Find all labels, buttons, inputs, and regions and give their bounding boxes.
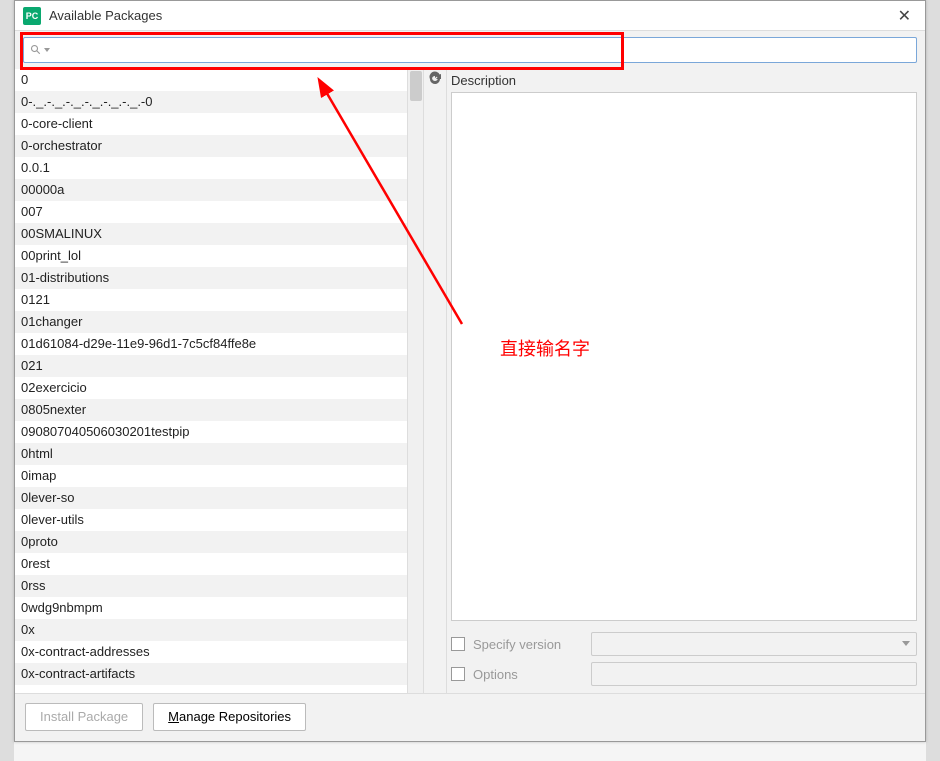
description-box xyxy=(451,92,917,621)
search-input[interactable] xyxy=(54,39,910,61)
package-item[interactable]: 0html xyxy=(15,443,407,465)
package-item[interactable]: 0805nexter xyxy=(15,399,407,421)
footer: Install Package Manage Repositories xyxy=(15,693,925,739)
package-item[interactable]: 090807040506030201testpip xyxy=(15,421,407,443)
options-checkbox[interactable] xyxy=(451,667,465,681)
package-item[interactable]: 0wdg9nbmpm xyxy=(15,597,407,619)
app-icon: PC xyxy=(23,7,41,25)
window-title: Available Packages xyxy=(49,8,892,23)
package-item[interactable]: 0.0.1 xyxy=(15,157,407,179)
specify-version-label: Specify version xyxy=(473,637,583,652)
manage-repositories-button[interactable]: Manage Repositories xyxy=(153,703,306,731)
package-item[interactable]: 0-orchestrator xyxy=(15,135,407,157)
close-button[interactable]: ✕ xyxy=(892,6,917,26)
package-item[interactable]: 0rest xyxy=(15,553,407,575)
package-item[interactable]: 01-distributions xyxy=(15,267,407,289)
package-list-scrollbar[interactable] xyxy=(407,69,423,693)
package-item[interactable]: 02exercicio xyxy=(15,377,407,399)
available-packages-dialog: PC Available Packages ✕ 00-._.-._.-._.-.… xyxy=(14,0,926,742)
titlebar: PC Available Packages ✕ xyxy=(15,1,925,31)
package-item[interactable]: 0-core-client xyxy=(15,113,407,135)
scrollbar-thumb[interactable] xyxy=(410,71,422,101)
search-row xyxy=(15,31,925,69)
package-item[interactable]: 021 xyxy=(15,355,407,377)
details-panel: Description Specify version Options xyxy=(447,69,925,693)
package-item[interactable]: 0proto xyxy=(15,531,407,553)
package-list-panel: 00-._.-._.-._.-._.-._.-._.-00-core-clien… xyxy=(15,69,423,693)
package-item[interactable]: 0-._.-._.-._.-._.-._.-._.-0 xyxy=(15,91,407,113)
specify-version-checkbox[interactable] xyxy=(451,637,465,651)
refresh-icon[interactable] xyxy=(427,71,443,90)
chevron-down-icon xyxy=(902,641,910,646)
description-label: Description xyxy=(451,71,917,92)
package-item[interactable]: 0121 xyxy=(15,289,407,311)
package-item[interactable]: 00000a xyxy=(15,179,407,201)
search-field[interactable] xyxy=(23,37,917,63)
package-item[interactable]: 0rss xyxy=(15,575,407,597)
package-item[interactable]: 0lever-so xyxy=(15,487,407,509)
package-item[interactable]: 0x-contract-addresses xyxy=(15,641,407,663)
refresh-column xyxy=(423,69,447,693)
search-options-caret-icon[interactable] xyxy=(44,48,50,52)
package-item[interactable]: 00print_lol xyxy=(15,245,407,267)
package-item[interactable]: 0x xyxy=(15,619,407,641)
package-item[interactable]: 0lever-utils xyxy=(15,509,407,531)
main-area: 00-._.-._.-._.-._.-._.-._.-00-core-clien… xyxy=(15,69,925,693)
package-item[interactable]: 0imap xyxy=(15,465,407,487)
package-item[interactable]: 0x-contract-artifacts xyxy=(15,663,407,685)
package-item[interactable]: 007 xyxy=(15,201,407,223)
package-item[interactable]: 01d61084-d29e-11e9-96d1-7c5cf84ffe8e xyxy=(15,333,407,355)
install-package-button[interactable]: Install Package xyxy=(25,703,143,731)
package-item[interactable]: 0 xyxy=(15,69,407,91)
search-icon xyxy=(30,44,42,56)
options-field[interactable] xyxy=(591,662,917,686)
package-item[interactable]: 01changer xyxy=(15,311,407,333)
version-dropdown[interactable] xyxy=(591,632,917,656)
package-item[interactable]: 00SMALINUX xyxy=(15,223,407,245)
options-label: Options xyxy=(473,667,583,682)
install-options: Specify version Options xyxy=(451,629,917,689)
package-list[interactable]: 00-._.-._.-._.-._.-._.-._.-00-core-clien… xyxy=(15,69,407,693)
